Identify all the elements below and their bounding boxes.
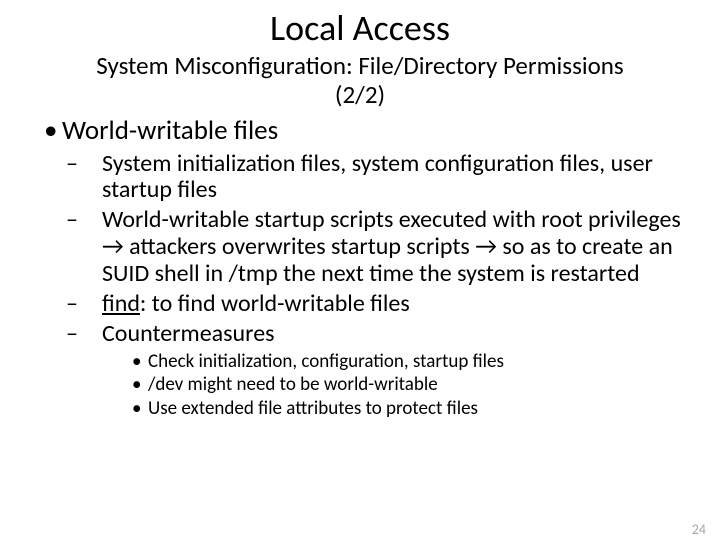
lvl3-text: Check initialization, configuration, sta…: [148, 350, 504, 373]
subtitle-line-2: (2/2): [335, 79, 385, 110]
slide: Local Access System Misconfiguration: Fi…: [0, 6, 720, 540]
dash-icon: –: [84, 151, 102, 178]
bullet-dot-icon: •: [44, 114, 62, 147]
slide-content: •World-writable files –System initializa…: [36, 114, 684, 421]
lvl3-text: Use extended file attributes to protect …: [148, 397, 478, 420]
bullet-level-2: –find: to find world-writable files: [84, 291, 684, 318]
find-command: find: [102, 289, 140, 318]
bullet-level-2: –Countermeasures: [84, 321, 684, 348]
lvl2-text: System initialization files, system conf…: [102, 149, 653, 205]
lvl3-text: /dev might need to be world-writable: [148, 373, 438, 396]
bullet-dot-icon: •: [132, 398, 148, 420]
bullet-level-2: –World-writable startup scripts executed…: [84, 207, 684, 288]
arrow-icon: →: [475, 232, 497, 261]
bullet-level-1: •World-writable files: [44, 114, 684, 147]
lvl1-text: World-writable files: [62, 114, 278, 147]
dash-icon: –: [84, 321, 102, 348]
dash-icon: –: [84, 207, 102, 234]
lvl2-text-part2: attackers overwrites startup scripts: [124, 232, 475, 261]
slide-title: Local Access: [0, 6, 720, 50]
bullet-level-3: •Check initialization, configuration, st…: [132, 351, 684, 373]
bullet-dot-icon: •: [132, 351, 148, 373]
lvl2-text-part1: World-writable startup scripts executed …: [102, 205, 681, 234]
bullet-level-3: •/dev might need to be world-writable: [132, 374, 684, 396]
bullet-level-2: –System initialization files, system con…: [84, 151, 684, 205]
page-number: 24: [692, 521, 706, 538]
slide-subtitle: System Misconfiguration: File/Directory …: [50, 52, 670, 110]
lvl2-text-rest: : to find world-writable files: [140, 289, 410, 318]
dash-icon: –: [84, 291, 102, 318]
bullet-level-3: •Use extended file attributes to protect…: [132, 398, 684, 420]
lvl2-text: Countermeasures: [102, 319, 275, 348]
subtitle-line-1: System Misconfiguration: File/Directory …: [96, 50, 623, 81]
arrow-icon: →: [102, 232, 124, 261]
bullet-dot-icon: •: [132, 374, 148, 396]
